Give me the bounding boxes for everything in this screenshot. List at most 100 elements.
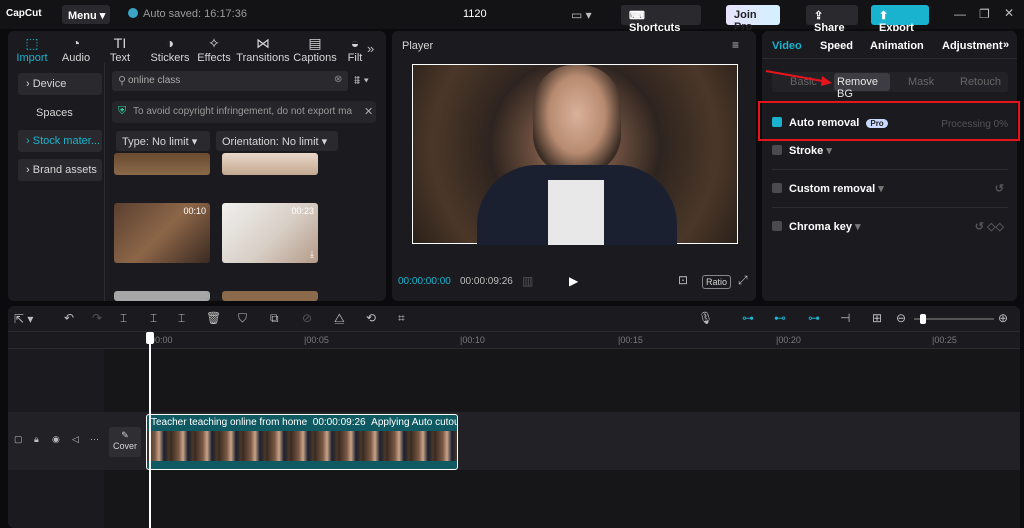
marker-icon[interactable]: ⛉	[238, 311, 247, 326]
close-icon[interactable]: ✕	[1004, 6, 1014, 20]
zoom-slider-handle[interactable]	[920, 314, 926, 324]
timeline-view-icon[interactable]: ▥	[522, 274, 533, 288]
custom-removal-row[interactable]: Custom removal ▾ ↺	[772, 182, 1008, 204]
ratio-button[interactable]: Ratio	[702, 275, 732, 289]
checkbox-icon[interactable]	[772, 221, 782, 231]
stock-thumbnail[interactable]: 00:10	[114, 203, 210, 263]
tab-captions[interactable]: ▤ Captions	[292, 35, 338, 64]
chevron-down-icon: ▾	[99, 10, 106, 22]
cover-button[interactable]: ✎ Cover	[109, 427, 141, 457]
more-icon[interactable]: ···	[90, 434, 99, 444]
split-right-icon[interactable]: ⌶	[178, 311, 185, 326]
tab-animation[interactable]: Animation	[870, 40, 924, 52]
tab-import[interactable]: ⬚ Import	[10, 35, 54, 64]
tab-text[interactable]: TI Text	[98, 35, 142, 64]
sidebar-item-spaces[interactable]: Spaces	[18, 102, 102, 124]
fullscreen-crop-icon[interactable]: ⊡	[678, 273, 688, 287]
checkbox-icon[interactable]	[772, 145, 782, 155]
more-tabs-icon[interactable]: »	[1003, 39, 1009, 51]
rotate-icon[interactable]: ⟲	[366, 311, 376, 325]
download-icon[interactable]: ⤓	[310, 249, 314, 260]
clip-header: Teacher teaching online from home 00:00:…	[151, 417, 457, 428]
video-preview[interactable]	[412, 64, 738, 245]
split-left-icon[interactable]: ⌶	[150, 311, 157, 326]
clear-icon[interactable]: ⊗	[334, 74, 342, 85]
tab-filters[interactable]: ◒ Filt	[342, 35, 368, 64]
select-tool-icon[interactable]: ⇱ ▾	[14, 312, 33, 326]
expand-icon[interactable]: ⤢	[738, 273, 748, 288]
export-button[interactable]: ⬆ Export	[871, 5, 929, 34]
maximize-icon[interactable]: ❐	[979, 7, 990, 21]
stock-thumbnail[interactable]	[114, 153, 210, 175]
reset-icon[interactable]: ↺	[995, 182, 1004, 195]
mute-icon[interactable]: ◁	[72, 434, 79, 445]
crop-icon[interactable]: ⌗	[398, 311, 405, 326]
player-menu-icon[interactable]: ≡	[732, 38, 739, 52]
freeze-icon[interactable]: ⧉	[270, 311, 279, 326]
reverse-icon[interactable]: ⊘	[302, 311, 312, 325]
join-pro-button[interactable]: Join Pro	[726, 5, 780, 33]
tab-speed[interactable]: Speed	[820, 40, 853, 52]
fit-timeline-icon[interactable]: ⊞	[872, 311, 882, 325]
lock-icon[interactable]: 🔒︎	[34, 434, 39, 445]
clip-duration: 00:00:09:26	[312, 417, 366, 428]
redo-icon[interactable]: ↷	[92, 311, 102, 325]
stock-thumbnail[interactable]	[222, 153, 318, 175]
visibility-icon[interactable]: ◉	[52, 434, 60, 445]
zoom-in-icon[interactable]: ⊕	[998, 311, 1008, 325]
mirror-icon[interactable]: ⧋	[334, 311, 345, 326]
sidebar-item-brand[interactable]: › Brand assets	[18, 159, 102, 181]
reset-keyframe-icons[interactable]: ↺ ◇◇	[975, 220, 1004, 233]
split-icon[interactable]: ⌶	[120, 311, 127, 326]
search-input[interactable]: ⚲ online class ⊗	[112, 71, 348, 91]
tab-label: Audio	[61, 52, 91, 64]
chevron-down-icon: ▾	[878, 183, 884, 195]
stock-thumbnail[interactable]: 00:23 ⤓	[222, 203, 318, 263]
search-icon: ⚲	[118, 75, 127, 87]
tab-transitions[interactable]: ⋈ Transitions	[236, 35, 290, 64]
checkbox-icon[interactable]	[772, 183, 782, 193]
share-button[interactable]: ⇪ Share	[806, 5, 858, 34]
close-icon[interactable]: ✕	[364, 105, 373, 118]
play-icon[interactable]: ▶	[569, 274, 578, 288]
video-clip[interactable]: Teacher teaching online from home 00:00:…	[146, 414, 458, 470]
more-tabs-icon[interactable]: »	[367, 41, 374, 56]
auto-removal-row[interactable]: Auto removal Pro Processing 0%	[772, 117, 1008, 139]
chroma-key-row[interactable]: Chroma key ▾ ↺ ◇◇	[772, 220, 1008, 242]
ruler-label: |00:25	[932, 335, 957, 345]
shortcuts-button[interactable]: ⌨ Shortcuts	[621, 5, 701, 34]
sidebar-item-stock[interactable]: › Stock mater...	[18, 130, 102, 152]
sidebar-item-device[interactable]: › Device	[18, 73, 102, 95]
minimize-icon[interactable]: —	[954, 7, 966, 21]
stock-thumbnail[interactable]	[114, 291, 210, 301]
menu-button[interactable]: Menu ▾	[62, 5, 110, 24]
subtab-retouch[interactable]: Retouch	[960, 76, 1001, 88]
layout-icon[interactable]: ▭ ▾	[571, 8, 592, 22]
tab-effects[interactable]: ✧ Effects	[192, 35, 236, 64]
preview-axis-icon[interactable]: ⊣	[840, 311, 850, 325]
tab-audio[interactable]: ◔ Audio	[54, 35, 98, 64]
tab-video[interactable]: Video	[772, 40, 802, 52]
delete-icon[interactable]: 🗑︎	[206, 311, 221, 325]
playhead[interactable]	[149, 342, 151, 528]
filter-icon[interactable]: ⩩ ▾	[354, 73, 369, 88]
type-filter-dropdown[interactable]: Type: No limit ▾	[116, 131, 210, 151]
link-main-track-icon[interactable]: ⊶	[742, 311, 754, 325]
zoom-out-icon[interactable]: ⊖	[896, 311, 906, 325]
checkbox-checked-icon[interactable]	[772, 117, 782, 127]
divider	[772, 207, 1008, 208]
auto-snap-icon[interactable]: ⊷	[774, 311, 786, 325]
subtab-remove-bg[interactable]: Remove BG	[834, 73, 890, 100]
option-label: Chroma key	[789, 221, 852, 233]
tab-stickers[interactable]: ◑ Stickers	[144, 35, 196, 64]
stroke-row[interactable]: Stroke ▾	[772, 144, 1008, 166]
preview-subject	[533, 65, 621, 175]
link-icon[interactable]: ⊶	[808, 311, 820, 325]
tab-adjustment[interactable]: Adjustment	[942, 40, 1003, 52]
stock-thumbnail[interactable]	[222, 291, 318, 301]
microphone-icon[interactable]: 🎙︎	[698, 311, 713, 325]
undo-icon[interactable]: ↶	[64, 311, 74, 325]
subtab-mask[interactable]: Mask	[908, 76, 934, 88]
zoom-slider[interactable]	[914, 318, 994, 320]
orientation-filter-dropdown[interactable]: Orientation: No limit ▾	[216, 131, 338, 151]
